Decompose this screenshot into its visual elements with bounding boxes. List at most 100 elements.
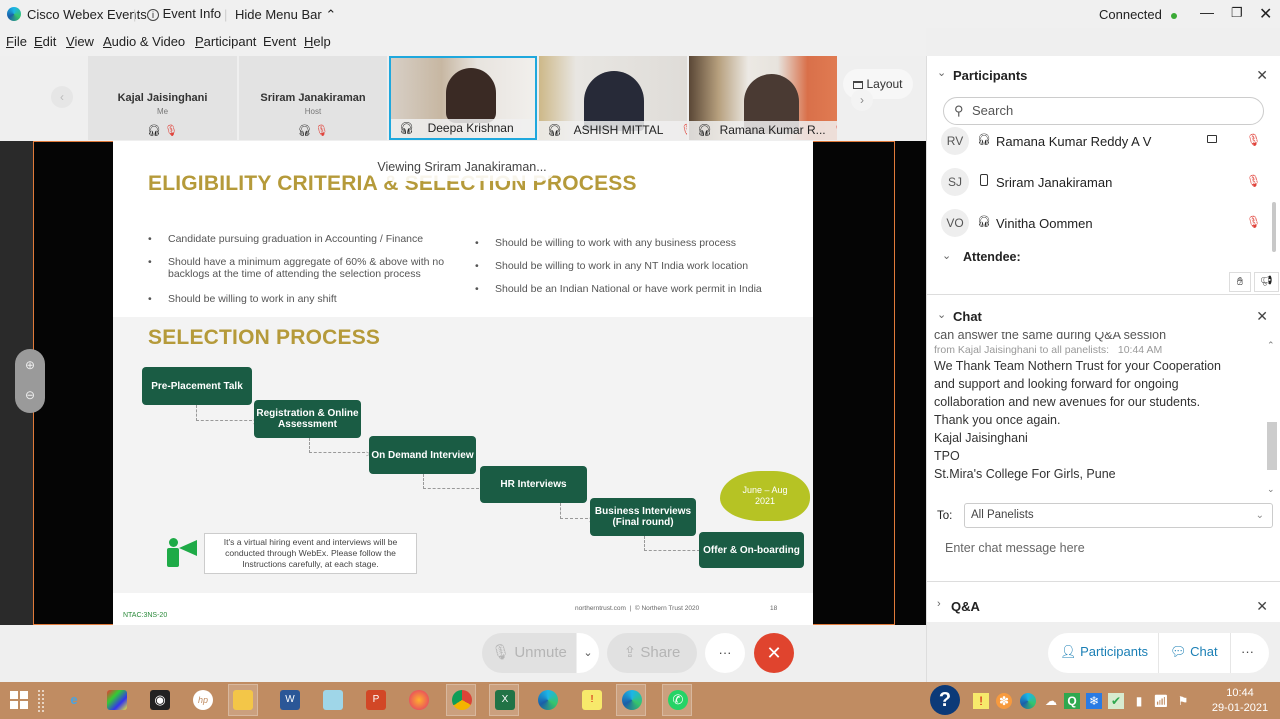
action-center-flag-icon[interactable]: ⚑ [1175, 693, 1191, 709]
menu-file[interactable]: File [6, 34, 27, 49]
tile-name: Sriram Janakiraman [260, 92, 366, 104]
slide-bullet: Should be willing to work in any shift [148, 293, 468, 305]
excel-app-icon[interactable]: X [495, 690, 515, 710]
internet-explorer-icon[interactable]: e [64, 690, 84, 710]
clock-time: 10:44 [1226, 687, 1254, 699]
hp-app-icon[interactable]: hp [193, 690, 213, 710]
task-view-icon[interactable] [38, 690, 44, 712]
viewing-banner: Viewing Sriram Janakiraman... [368, 153, 556, 181]
sticky-notes-app-icon[interactable]: ! [582, 690, 602, 710]
mic-muted-icon[interactable]: 🎙︎ [1246, 174, 1261, 188]
onedrive-icon[interactable]: ☁ [1043, 693, 1059, 709]
panel-more-button[interactable]: ··· [1241, 644, 1254, 659]
chrome-app-icon[interactable] [452, 690, 472, 710]
participant-tile[interactable]: Kajal Jaisinghani Me 🎧︎ 🎙︎ [88, 56, 237, 140]
strip-next-button[interactable]: › [851, 89, 873, 111]
minimize-button[interactable]: — [1200, 4, 1214, 20]
participants-scrollbar[interactable] [1272, 202, 1276, 252]
unmute-button[interactable]: 🎙︎ Unmute [482, 633, 576, 673]
whatsapp-app-icon[interactable]: ✆ [668, 690, 688, 710]
expand-chevron-icon[interactable]: › [937, 598, 941, 610]
sticky-notes-tray-icon[interactable]: ! [973, 693, 989, 709]
step-connector [196, 405, 258, 427]
search-icon: ⚲ [954, 103, 964, 118]
step-connector [644, 536, 706, 557]
menu-event[interactable]: Event [263, 34, 296, 49]
taskbar-clock[interactable]: 10:44 29-01-2021 [1205, 686, 1275, 716]
mic-muted-icon[interactable]: 🎙︎ [1246, 215, 1261, 229]
collapse-chevron-icon[interactable]: ⌄ [937, 308, 946, 321]
strip-prev-button[interactable]: ‹ [51, 86, 73, 108]
help-icon[interactable]: ? [930, 685, 960, 715]
powerpoint-app-icon[interactable]: P [366, 690, 386, 710]
participant-row[interactable]: SJ Sriram Janakiraman 🎙︎ [941, 168, 1271, 202]
chat-toggle-button[interactable]: 💬︎ Chat [1170, 644, 1218, 660]
battery-icon[interactable]: ▮ [1131, 693, 1147, 709]
zoom-out-button[interactable]: ⊖ [15, 388, 45, 402]
windows-start-button[interactable] [10, 691, 28, 709]
chat-scroll-up-button[interactable]: ⌃ [1267, 340, 1275, 351]
camera-app-icon[interactable]: ◉ [150, 690, 170, 710]
participant-row[interactable]: RV 🎧︎ Ramana Kumar Reddy A V 🎙︎ [941, 127, 1271, 161]
menu-audio-video[interactable]: Audio & Video [103, 34, 185, 49]
checkbox-tray-icon[interactable]: ✔ [1108, 693, 1124, 709]
connection-status: Connected [1099, 7, 1177, 22]
video-tile[interactable]: 🎧︎ Ramana Kumar R... 🎙︎ [689, 56, 837, 140]
participants-toggle-button[interactable]: 👤︎ Participants [1060, 644, 1148, 660]
status-dot-icon [1170, 12, 1177, 19]
chat-input[interactable]: Enter chat message here [927, 534, 1280, 578]
phone-icon [980, 174, 988, 186]
firefox-app-icon[interactable] [409, 690, 429, 710]
menu-edit[interactable]: Edit [34, 34, 56, 49]
chat-scrollbar[interactable] [1267, 422, 1277, 470]
right-panel: ⌄ Participants ✕ ⚲ Search RV 🎧︎ Ramana K… [926, 56, 1280, 682]
photos-app-icon[interactable] [107, 690, 127, 710]
more-options-button[interactable]: ··· [705, 633, 745, 673]
raise-hand-button[interactable]: ✋︎ [1229, 272, 1251, 292]
chat-bubble-icon: 💬︎ [1170, 644, 1187, 659]
attendee-collapse-chevron-icon[interactable]: ⌄ [942, 249, 951, 262]
zoom-in-button[interactable]: ⊕ [15, 358, 45, 372]
video-tile-active-speaker[interactable]: 🎧︎ Deepa Krishnan [389, 56, 537, 140]
word-app-icon[interactable]: W [280, 690, 300, 710]
chat-recipient-select[interactable]: All Panelists ⌄ [964, 503, 1273, 528]
mic-muted-icon[interactable]: 🎙︎ [1246, 133, 1261, 147]
q-app-tray-icon[interactable]: Q [1064, 693, 1080, 709]
participant-row[interactable]: VO 🎧︎ Vinitha Oommen 🎙︎ [941, 209, 1271, 243]
close-chat-button[interactable]: ✕ [1256, 308, 1268, 325]
collapse-chevron-icon[interactable]: ⌄ [937, 66, 946, 79]
menu-help[interactable]: Help [304, 34, 331, 49]
announcement-button[interactable]: 📢︎ [1254, 272, 1279, 292]
share-button[interactable]: ⇪ Share [607, 633, 697, 673]
mic-muted-icon: 🎙︎ [164, 125, 178, 137]
chat-scroll-down-button[interactable]: ⌄ [1267, 484, 1275, 495]
orange-tray-icon[interactable]: ✽ [996, 693, 1012, 709]
notepad-app-icon[interactable] [323, 690, 343, 710]
restore-button[interactable]: ❐ [1231, 5, 1243, 21]
share-label: Share [640, 644, 681, 661]
notice-box: It's a virtual hiring event and intervie… [204, 533, 417, 574]
webex-tray-icon[interactable] [1020, 693, 1036, 709]
close-participants-button[interactable]: ✕ [1256, 67, 1268, 84]
signal-strength-icon[interactable]: 📶︎ [1153, 693, 1169, 709]
webex-meetings-app-icon[interactable] [538, 690, 558, 710]
participant-name: Vinitha Oommen [996, 216, 1093, 231]
webex-events-app-icon[interactable] [622, 690, 642, 710]
event-info-button[interactable]: i Event Info [147, 6, 221, 21]
menu-participant[interactable]: Participant [195, 34, 256, 49]
participant-search[interactable]: ⚲ Search [943, 97, 1264, 125]
menu-mnemonic: H [304, 34, 314, 49]
hide-menu-bar-button[interactable]: Hide Menu Bar ⌃ [235, 7, 336, 23]
windows-taskbar: e ◉ hp W P X ! ✆ ? ! ✽ ☁ Q ❄ ✔ ▮ 📶︎ ⚑ 10… [0, 682, 1280, 719]
event-info-label: Event Info [162, 6, 222, 21]
participant-tile[interactable]: Sriram Janakiraman Host 🎧︎ 🎙︎ [239, 56, 387, 140]
slide-footer-copyright: northerntrust.com | © Northern Trust 202… [575, 605, 700, 612]
video-tile[interactable]: 🎧︎ ASHISH MITTAL 🎙︎ [539, 56, 687, 140]
menu-view[interactable]: View [66, 34, 94, 49]
leave-button[interactable]: ✕ [754, 633, 794, 673]
audio-options-dropdown[interactable]: ⌄ [577, 633, 599, 673]
close-window-button[interactable]: ✕ [1259, 4, 1272, 24]
file-explorer-icon[interactable] [233, 690, 253, 710]
close-qa-button[interactable]: ✕ [1256, 598, 1268, 615]
snowflake-tray-icon[interactable]: ❄ [1086, 693, 1102, 709]
